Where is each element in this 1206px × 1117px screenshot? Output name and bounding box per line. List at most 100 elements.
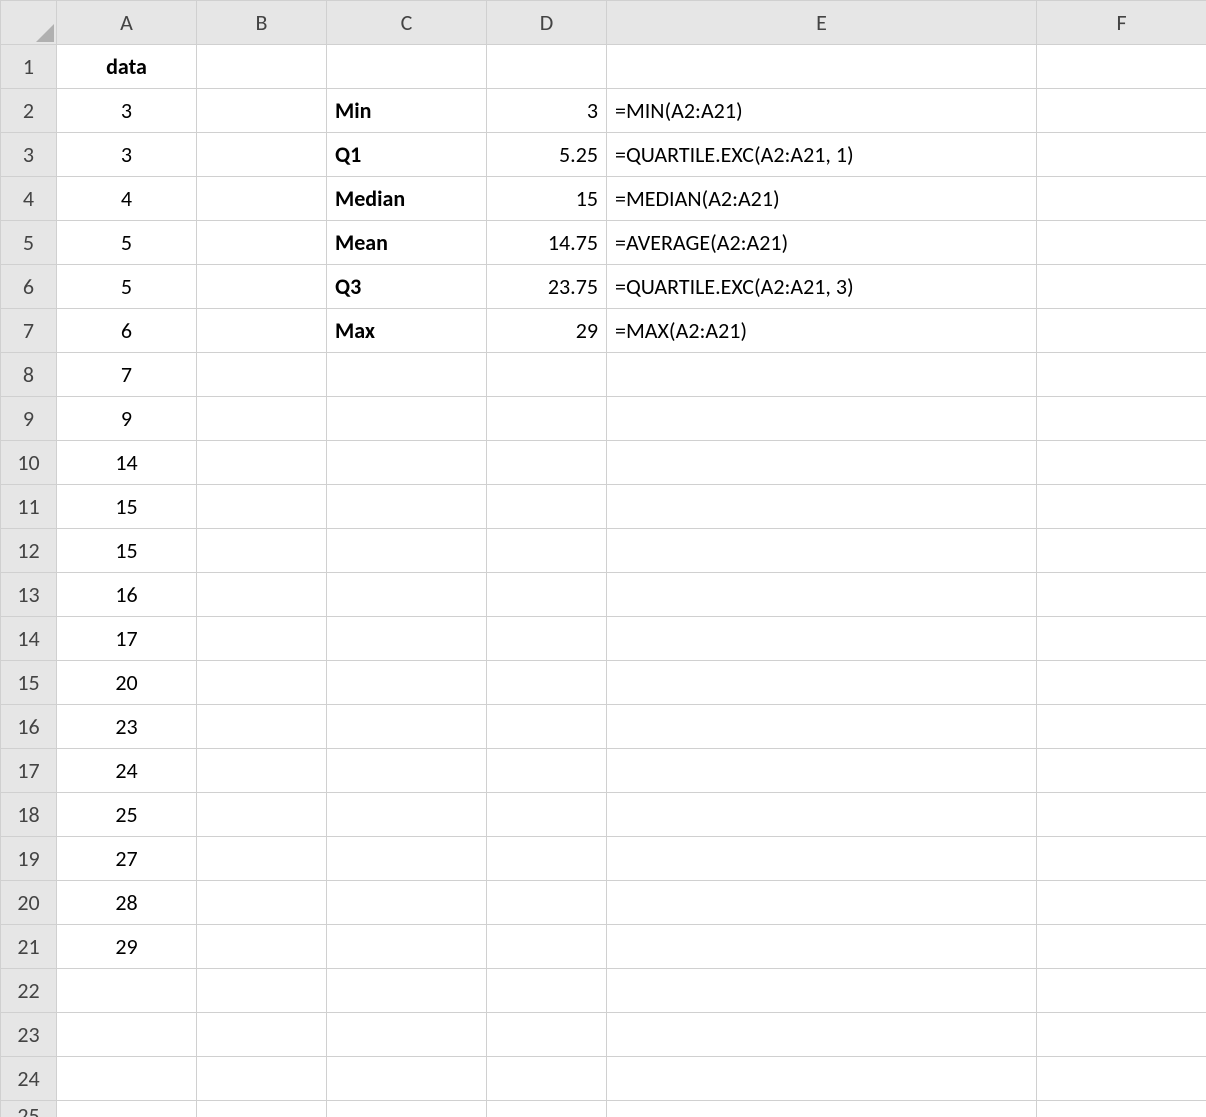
cell-C5[interactable]: Mean [327,221,487,265]
cell-D23[interactable] [487,1013,607,1057]
col-header-C[interactable]: C [327,1,487,45]
cell-C1[interactable] [327,45,487,89]
cell-A21[interactable]: 29 [57,925,197,969]
cell-F2[interactable] [1037,89,1206,133]
cell-E1[interactable] [607,45,1037,89]
cell-A13[interactable]: 16 [57,573,197,617]
cell-F24[interactable] [1037,1057,1206,1101]
cell-E13[interactable] [607,573,1037,617]
cell-E6[interactable]: =QUARTILE.EXC(A2:A21, 3) [607,265,1037,309]
cell-A8[interactable]: 7 [57,353,197,397]
cell-B3[interactable] [197,133,327,177]
cell-F23[interactable] [1037,1013,1206,1057]
row-header[interactable]: 7 [1,309,57,353]
grid-table[interactable]: A B C D E F 1 data 2 3 Min 3 =MIN(A2:A21… [0,0,1206,1117]
cell-F15[interactable] [1037,661,1206,705]
col-header-A[interactable]: A [57,1,197,45]
cell-A14[interactable]: 17 [57,617,197,661]
cell-D10[interactable] [487,441,607,485]
cell-F3[interactable] [1037,133,1206,177]
cell-E5[interactable]: =AVERAGE(A2:A21) [607,221,1037,265]
cell-C17[interactable] [327,749,487,793]
row-header[interactable]: 2 [1,89,57,133]
cell-A6[interactable]: 5 [57,265,197,309]
row-header[interactable]: 17 [1,749,57,793]
cell-B25[interactable] [197,1101,327,1117]
cell-E24[interactable] [607,1057,1037,1101]
spreadsheet-grid[interactable]: A B C D E F 1 data 2 3 Min 3 =MIN(A2:A21… [0,0,1206,1117]
cell-E9[interactable] [607,397,1037,441]
cell-E23[interactable] [607,1013,1037,1057]
cell-C23[interactable] [327,1013,487,1057]
cell-A25[interactable] [57,1101,197,1117]
row-header[interactable]: 20 [1,881,57,925]
row-header[interactable]: 4 [1,177,57,221]
row-header[interactable]: 1 [1,45,57,89]
cell-D17[interactable] [487,749,607,793]
cell-E16[interactable] [607,705,1037,749]
cell-B24[interactable] [197,1057,327,1101]
cell-C8[interactable] [327,353,487,397]
cell-C6[interactable]: Q3 [327,265,487,309]
cell-A11[interactable]: 15 [57,485,197,529]
row-header[interactable]: 13 [1,573,57,617]
cell-F8[interactable] [1037,353,1206,397]
cell-C12[interactable] [327,529,487,573]
row-header[interactable]: 16 [1,705,57,749]
row-header[interactable]: 22 [1,969,57,1013]
cell-E20[interactable] [607,881,1037,925]
cell-A4[interactable]: 4 [57,177,197,221]
cell-F1[interactable] [1037,45,1206,89]
cell-D6[interactable]: 23.75 [487,265,607,309]
cell-E12[interactable] [607,529,1037,573]
cell-D19[interactable] [487,837,607,881]
cell-A10[interactable]: 14 [57,441,197,485]
cell-B4[interactable] [197,177,327,221]
cell-F22[interactable] [1037,969,1206,1013]
cell-F5[interactable] [1037,221,1206,265]
cell-F19[interactable] [1037,837,1206,881]
select-all-corner[interactable] [1,1,57,45]
cell-E11[interactable] [607,485,1037,529]
cell-A20[interactable]: 28 [57,881,197,925]
cell-F6[interactable] [1037,265,1206,309]
cell-C13[interactable] [327,573,487,617]
row-header[interactable]: 18 [1,793,57,837]
row-header[interactable]: 19 [1,837,57,881]
cell-D5[interactable]: 14.75 [487,221,607,265]
cell-D24[interactable] [487,1057,607,1101]
row-header[interactable]: 12 [1,529,57,573]
cell-A16[interactable]: 23 [57,705,197,749]
cell-E8[interactable] [607,353,1037,397]
cell-E18[interactable] [607,793,1037,837]
col-header-B[interactable]: B [197,1,327,45]
cell-F9[interactable] [1037,397,1206,441]
cell-F12[interactable] [1037,529,1206,573]
cell-B1[interactable] [197,45,327,89]
cell-C18[interactable] [327,793,487,837]
cell-C16[interactable] [327,705,487,749]
cell-C15[interactable] [327,661,487,705]
cell-D22[interactable] [487,969,607,1013]
cell-A12[interactable]: 15 [57,529,197,573]
cell-B21[interactable] [197,925,327,969]
row-header[interactable]: 9 [1,397,57,441]
cell-D11[interactable] [487,485,607,529]
cell-C24[interactable] [327,1057,487,1101]
cell-E7[interactable]: =MAX(A2:A21) [607,309,1037,353]
cell-D18[interactable] [487,793,607,837]
cell-F20[interactable] [1037,881,1206,925]
row-header[interactable]: 3 [1,133,57,177]
cell-A2[interactable]: 3 [57,89,197,133]
cell-B11[interactable] [197,485,327,529]
cell-B10[interactable] [197,441,327,485]
row-header[interactable]: 11 [1,485,57,529]
cell-E4[interactable]: =MEDIAN(A2:A21) [607,177,1037,221]
cell-A18[interactable]: 25 [57,793,197,837]
cell-B5[interactable] [197,221,327,265]
cell-B14[interactable] [197,617,327,661]
row-header[interactable]: 24 [1,1057,57,1101]
cell-E19[interactable] [607,837,1037,881]
cell-D13[interactable] [487,573,607,617]
cell-D21[interactable] [487,925,607,969]
